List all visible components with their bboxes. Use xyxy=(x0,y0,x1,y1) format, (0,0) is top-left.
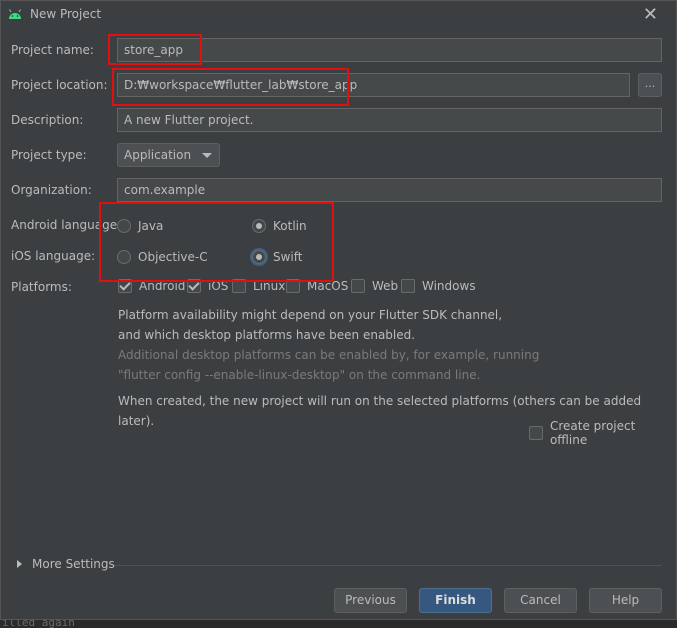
browse-button[interactable]: ... xyxy=(638,73,662,97)
create-offline-checkbox[interactable]: Create project offline xyxy=(529,419,676,447)
checkbox-label: Windows xyxy=(422,279,476,293)
checkbox[interactable] xyxy=(401,279,415,293)
checkbox-label: Create project offline xyxy=(549,419,636,447)
new-project-dialog: New Project ✕ Project name: store_app Pr… xyxy=(0,0,677,620)
project-type-value: Application xyxy=(124,148,192,162)
platforms-label: Platforms: xyxy=(11,280,72,294)
title-bar: New Project ✕ xyxy=(1,1,676,29)
platform-web-checkbox[interactable]: Web xyxy=(351,279,398,293)
divider xyxy=(114,565,662,566)
android-icon xyxy=(8,9,22,19)
hint-line: Additional desktop platforms can be enab… xyxy=(118,348,540,362)
more-settings-label: More Settings xyxy=(32,557,115,571)
desktop-hint-text: Additional desktop platforms can be enab… xyxy=(118,345,638,385)
description-label: Description: xyxy=(11,113,84,127)
help-button[interactable]: Help xyxy=(589,588,662,613)
project-location-label: Project location: xyxy=(11,78,108,92)
annotation-box xyxy=(112,68,349,106)
hint-line: "flutter config --enable-linux-desktop" … xyxy=(118,368,481,382)
description-input[interactable]: A new Flutter project. xyxy=(117,108,662,132)
ios-language-label: iOS language: xyxy=(11,249,96,263)
close-icon[interactable]: ✕ xyxy=(643,4,658,25)
cancel-button[interactable]: Cancel xyxy=(504,588,577,613)
window-title: New Project xyxy=(30,7,102,21)
checkbox[interactable] xyxy=(351,279,365,293)
finish-button[interactable]: Finish xyxy=(419,588,492,613)
previous-button[interactable]: Previous xyxy=(334,588,407,613)
chevron-right-icon xyxy=(17,560,22,568)
project-name-label: Project name: xyxy=(11,43,94,57)
more-settings-toggle[interactable]: More Settings xyxy=(17,557,115,571)
platform-info-text: Platform availability might depend on yo… xyxy=(118,305,638,345)
background-editor-strip: illed again xyxy=(0,620,677,628)
checkbox[interactable] xyxy=(529,426,543,440)
checkbox-label: Web xyxy=(372,279,399,293)
info-line: Platform availability might depend on yo… xyxy=(118,308,503,322)
organization-input[interactable]: com.example xyxy=(117,178,662,202)
annotation-box xyxy=(108,34,202,65)
chevron-down-icon xyxy=(202,153,212,158)
background-text: illed again xyxy=(2,620,75,628)
annotation-box xyxy=(99,202,334,282)
platform-windows-checkbox[interactable]: Windows xyxy=(401,279,476,293)
project-type-select[interactable]: Application xyxy=(117,143,220,167)
organization-label: Organization: xyxy=(11,183,92,197)
project-type-label: Project type: xyxy=(11,148,87,162)
info-line: and which desktop platforms have been en… xyxy=(118,328,416,342)
